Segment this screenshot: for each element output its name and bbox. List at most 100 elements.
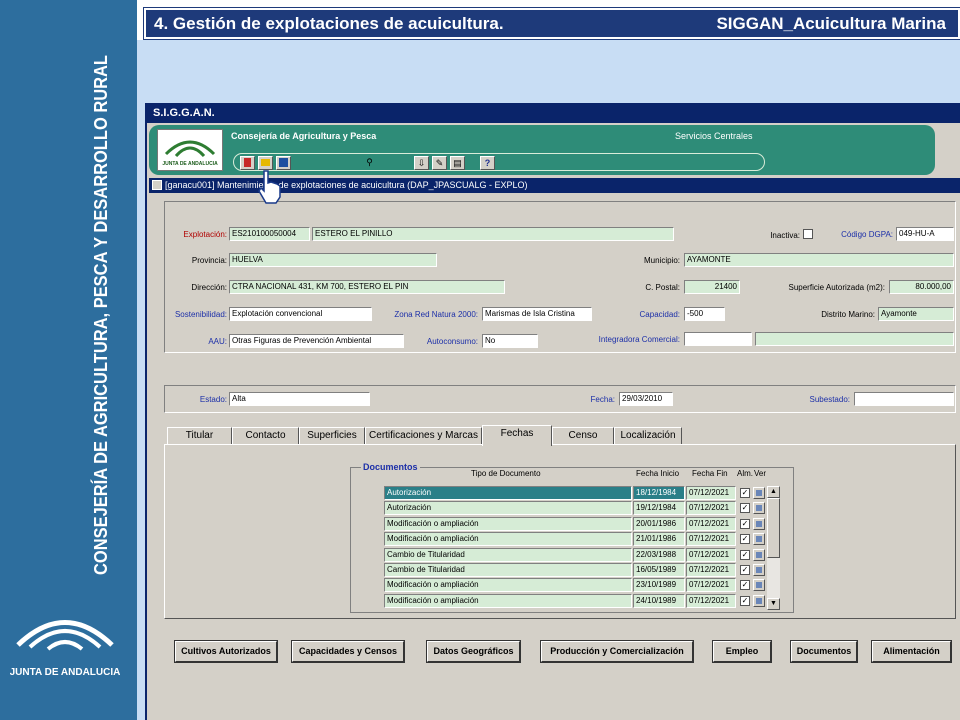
documento-tipo[interactable]: Modificación o ampliación [384, 578, 632, 593]
documento-tipo[interactable]: Modificación o ampliación [384, 593, 632, 608]
documento-fecha-inicio[interactable]: 23/10/1989 [633, 578, 685, 593]
table-row[interactable]: Modificación o ampliación 23/10/1989 07/12… [384, 578, 784, 593]
ver-document-icon[interactable] [753, 517, 765, 530]
alm-checkbox[interactable]: ✓ [740, 503, 750, 514]
capacidad-field[interactable]: -500 [684, 307, 725, 321]
table-row[interactable]: Cambio de Titularidad 22/03/1988 07/12/202… [384, 547, 784, 563]
documento-fecha-fin[interactable]: 07/12/2021 [686, 563, 736, 577]
exit-icon[interactable] [240, 156, 255, 170]
tab-fechas[interactable]: Fechas [482, 425, 552, 446]
explotacion-name-field[interactable]: ESTERO EL PINILLO [312, 227, 674, 241]
ver-document-icon[interactable] [753, 502, 765, 515]
empleo-button[interactable]: Empleo [712, 640, 772, 663]
tab-localizacion[interactable]: Localización [614, 427, 682, 445]
documento-fecha-inicio[interactable]: 20/01/1986 [633, 516, 685, 531]
produccion-comercializacion-button[interactable]: Producción y Comercialización [540, 640, 694, 663]
capacidad-label: Capacidad: [639, 310, 680, 319]
documento-tipo[interactable]: Modificación o ampliación [384, 532, 632, 547]
table-row[interactable]: Modificación o ampliación 24/10/1989 07/12… [384, 593, 784, 609]
tab-contacto[interactable]: Contacto [232, 427, 299, 445]
documento-fecha-inicio[interactable]: 22/03/1988 [633, 547, 685, 562]
alimentacion-button[interactable]: Alimentación [871, 640, 952, 663]
scroll-up-icon[interactable]: ▲ [767, 486, 780, 498]
aau-field[interactable]: Otras Figuras de Prevención Ambiental [229, 334, 404, 348]
fecha-field[interactable]: 29/03/2010 [619, 392, 673, 406]
documento-fecha-fin[interactable]: 07/12/2021 [686, 501, 736, 516]
print-icon[interactable]: ▤ [450, 156, 465, 170]
table-row[interactable]: Autorización 18/12/1984 07/12/2021 ✓ [384, 486, 784, 501]
superficie-field[interactable]: 80.000,00 [889, 280, 954, 294]
documento-fecha-fin[interactable]: 07/12/2021 [686, 578, 736, 593]
down-arrow-icon[interactable]: ⇩ [414, 156, 429, 170]
datos-geograficos-button[interactable]: Datos Geográficos [426, 640, 521, 663]
documento-fecha-fin[interactable]: 07/12/2021 [686, 593, 736, 608]
ver-document-icon[interactable] [753, 548, 765, 561]
documento-fecha-fin[interactable]: 07/12/2021 [686, 532, 736, 547]
documento-tipo[interactable]: Cambio de Titularidad [384, 547, 632, 562]
col-fecha-fin: Fecha Fin [692, 469, 728, 478]
documento-tipo[interactable]: Autorización [384, 501, 632, 516]
documento-fecha-inicio[interactable]: 18/12/1984 [633, 486, 685, 500]
ver-document-icon[interactable] [753, 579, 765, 592]
documento-fecha-inicio[interactable]: 19/12/1984 [633, 501, 685, 516]
documento-tipo[interactable]: Modificación o ampliación [384, 516, 632, 531]
open-folder-icon[interactable] [258, 156, 273, 170]
alm-checkbox[interactable]: ✓ [740, 580, 750, 591]
documentos-scrollbar[interactable]: ▲ ▼ [767, 486, 780, 610]
codigo-dgpa-field[interactable]: 049-HU-A [896, 227, 954, 241]
table-row[interactable]: Cambio de Titularidad 16/05/1989 07/12/202… [384, 563, 784, 578]
documento-fecha-fin[interactable]: 07/12/2021 [686, 516, 736, 531]
distrito-marino-field[interactable]: Ayamonte [878, 307, 954, 321]
documento-fecha-inicio[interactable]: 16/05/1989 [633, 563, 685, 577]
documentos-button[interactable]: Documentos [790, 640, 858, 663]
inactiva-checkbox[interactable] [803, 229, 813, 239]
table-row[interactable]: Modificación o ampliación 20/01/1986 07/12… [384, 516, 784, 532]
direccion-field[interactable]: CTRA NACIONAL 431, KM 700, ESTERO EL PIN [229, 280, 505, 294]
ver-document-icon[interactable] [753, 594, 765, 607]
toolbar: ⚲ ⇩ ✎ ▤ ? [233, 153, 765, 171]
edit-icon[interactable]: ✎ [432, 156, 447, 170]
scroll-down-icon[interactable]: ▼ [767, 598, 780, 610]
ver-document-icon[interactable] [753, 533, 765, 546]
tab-certificaciones[interactable]: Certificaciones y Marcas [365, 427, 482, 445]
help-icon[interactable]: ? [480, 156, 495, 170]
documento-tipo[interactable]: Cambio de Titularidad [384, 563, 632, 577]
alm-checkbox[interactable]: ✓ [740, 488, 750, 498]
capacidades-censos-button[interactable]: Capacidades y Censos [291, 640, 405, 663]
tab-censo[interactable]: Censo [552, 427, 614, 445]
alm-checkbox[interactable]: ✓ [740, 595, 750, 606]
documento-fecha-fin[interactable]: 07/12/2021 [686, 486, 736, 500]
ver-document-icon[interactable] [753, 564, 765, 576]
explotacion-code-field[interactable]: ES210100050004 [229, 227, 310, 241]
binoculars-icon[interactable]: ⚲ [362, 156, 377, 170]
table-row[interactable]: Autorización 19/12/1984 07/12/2021 ✓ [384, 501, 784, 516]
alm-checkbox[interactable]: ✓ [740, 534, 750, 545]
zona-red-natura-field[interactable]: Marismas de Isla Cristina [482, 307, 592, 321]
municipio-field[interactable]: AYAMONTE [684, 253, 954, 267]
documento-fecha-inicio[interactable]: 24/10/1989 [633, 593, 685, 608]
autoconsumo-field[interactable]: No [482, 334, 538, 348]
tab-titular[interactable]: Titular [167, 427, 232, 445]
ver-document-icon[interactable] [753, 487, 765, 499]
cultivos-autorizados-button[interactable]: Cultivos Autorizados [174, 640, 278, 663]
provincia-field[interactable]: HUELVA [229, 253, 437, 267]
servicios-label: Servicios Centrales [675, 131, 753, 141]
alm-checkbox[interactable]: ✓ [740, 549, 750, 560]
table-row[interactable]: Modificación o ampliación 21/01/1986 07/12… [384, 532, 784, 547]
alm-checkbox[interactable]: ✓ [740, 518, 750, 529]
app-banner: JUNTA DE ANDALUCIA Consejería de Agricul… [149, 125, 935, 175]
documento-tipo[interactable]: Autorización [384, 486, 632, 500]
app-logo: JUNTA DE ANDALUCIA [157, 129, 223, 171]
documento-fecha-inicio[interactable]: 21/01/1986 [633, 532, 685, 547]
cpostal-field[interactable]: 21400 [684, 280, 740, 294]
subestado-field[interactable] [854, 392, 954, 406]
integradora-name-field[interactable] [755, 332, 954, 346]
integradora-code-field[interactable] [684, 332, 752, 346]
alm-checkbox[interactable]: ✓ [740, 565, 750, 575]
sostenibilidad-field[interactable]: Explotación convencional [229, 307, 372, 321]
scroll-thumb[interactable] [767, 498, 780, 558]
tab-superficies[interactable]: Superficies [299, 427, 365, 445]
estado-field[interactable]: Alta [229, 392, 370, 406]
save-icon[interactable] [276, 156, 291, 170]
documento-fecha-fin[interactable]: 07/12/2021 [686, 547, 736, 562]
